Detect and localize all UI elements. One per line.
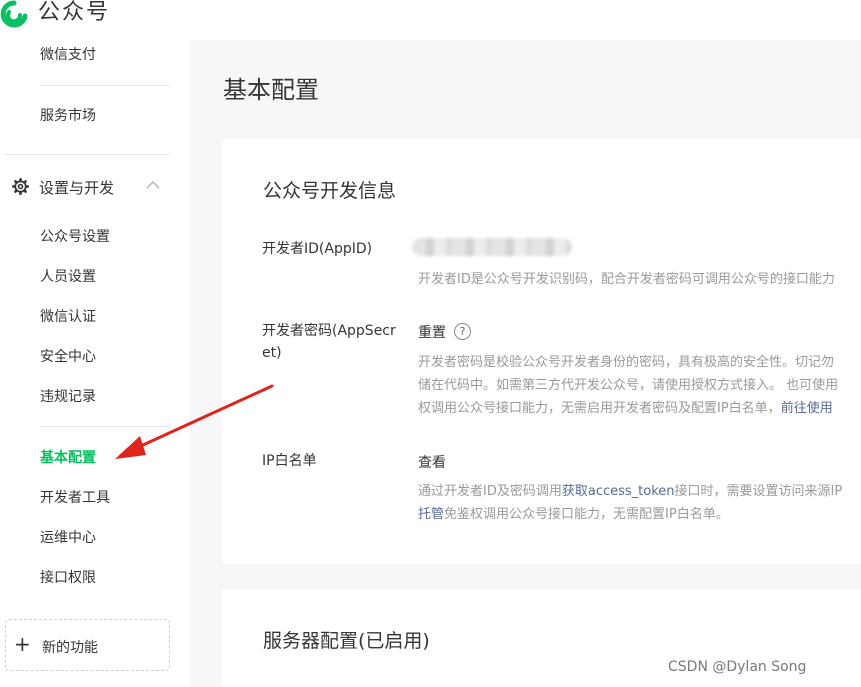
secret-desc-line: 权调用公众号接口能力，无需启用开发者密码及配置IP白名单，前往使用 [418, 397, 861, 420]
ip-desc-line: 通过开发者ID及密码调用获取access_token接口时，需要设置访问来源IP [418, 480, 861, 503]
sidebar: 微信支付 服务市场 设置与开发 公众号设置 人员设置 微信认证 安全中心 违规记… [0, 40, 190, 687]
logo-text: 公众号 [38, 0, 111, 25]
sidebar-item-dev-tools[interactable]: 开发者工具 [40, 489, 110, 507]
appid-description: 开发者ID是公众号开发识别码，配合开发者密码可调用公众号的接口能力 [418, 272, 835, 287]
go-use-link[interactable]: 前往使用 [781, 401, 833, 416]
hosting-link[interactable]: 托管 [418, 507, 444, 522]
sidebar-section-label: 设置与开发 [39, 179, 115, 197]
server-config-title: 服务器配置(已启用) [263, 630, 430, 652]
sidebar-item-violation-records[interactable]: 违规记录 [40, 388, 96, 406]
new-feature-label: 新的功能 [42, 640, 98, 656]
get-access-token-link[interactable]: 获取access_token [562, 484, 675, 499]
ip-desc-text: 通过开发者ID及密码调用 [418, 484, 562, 499]
sidebar-item-security-center[interactable]: 安全中心 [40, 348, 96, 366]
plus-icon: + [14, 632, 31, 656]
ip-desc-text: 接口时，需要设置访问来源IP [674, 484, 843, 499]
page-title: 基本配置 [223, 76, 319, 104]
secret-desc-line: 储在代码中。如需第三方代开发公众号，请使用授权方式接入。 也可使用 [418, 378, 839, 393]
help-icon[interactable]: ? [454, 323, 471, 340]
sidebar-item-staff-settings[interactable]: 人员设置 [40, 268, 96, 286]
ip-whitelist-label: IP白名单 [262, 453, 317, 469]
secret-label: 开发者密码(AppSecret) [262, 323, 396, 361]
chevron-up-icon [146, 181, 160, 189]
divider [40, 85, 170, 86]
top-bar: 公众号 [0, 0, 861, 40]
sidebar-item-wechat-pay[interactable]: 微信支付 [40, 46, 96, 64]
ip-whitelist-view-button[interactable]: 查看 [418, 452, 446, 472]
sidebar-item-api-permissions[interactable]: 接口权限 [40, 569, 96, 587]
sidebar-section-settings-dev[interactable]: 设置与开发 [12, 176, 172, 198]
dev-info-title: 公众号开发信息 [263, 180, 397, 202]
secret-desc-text: 权调用公众号接口能力，无需启用开发者密码及配置IP白名单， [418, 401, 781, 416]
sidebar-item-account-settings[interactable]: 公众号设置 [40, 228, 110, 246]
new-feature-button[interactable]: + 新的功能 [5, 619, 170, 671]
appid-label: 开发者ID(AppID) [262, 241, 373, 257]
sidebar-item-basic-config[interactable]: 基本配置 [40, 449, 96, 467]
gear-icon [12, 178, 29, 195]
sidebar-item-wechat-verify[interactable]: 微信认证 [40, 308, 96, 326]
sidebar-item-service-market[interactable]: 服务市场 [40, 107, 96, 125]
ip-desc-text: 免鉴权调用公众号接口能力，无需配置IP白名单。 [444, 507, 729, 522]
divider [40, 426, 170, 427]
secret-desc-line: 开发者密码是校验公众号开发者身份的密码，具有极高的安全性。切记勿 [418, 355, 835, 370]
ip-desc-line: 托管免鉴权调用公众号接口能力，无需配置IP白名单。 [418, 503, 861, 526]
divider [5, 154, 170, 155]
watermark: CSDN @Dylan Song [668, 659, 807, 675]
sidebar-item-ops-center[interactable]: 运维中心 [40, 529, 96, 547]
secret-reset-button[interactable]: 重置 [418, 322, 446, 342]
dev-info-card: 公众号开发信息 开发者ID(AppID) 开发者ID是公众号开发识别码，配合开发… [222, 139, 861, 564]
ip-whitelist-description: 通过开发者ID及密码调用获取access_token接口时，需要设置访问来源IP… [418, 480, 861, 526]
secret-description: 开发者密码是校验公众号开发者身份的密码，具有极高的安全性。切记勿 储在代码中。如… [418, 351, 861, 420]
appid-value-redacted [412, 238, 572, 256]
wechat-logo-icon [0, 0, 28, 28]
